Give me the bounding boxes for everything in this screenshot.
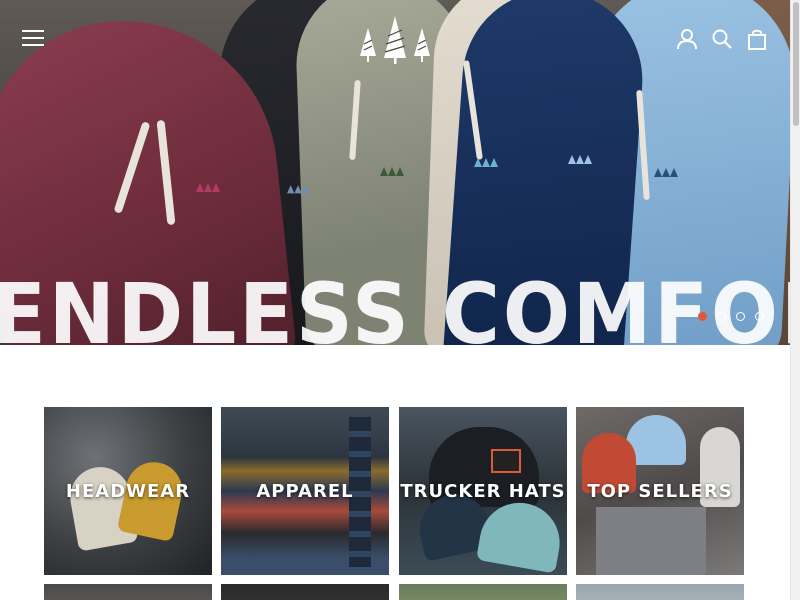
- hamburger-icon: [22, 30, 44, 32]
- category-tile-row2-2[interactable]: [221, 584, 389, 600]
- category-tile-trucker-hats[interactable]: TRUCKER HATS: [399, 407, 567, 575]
- embroidered-logo-icon: [196, 183, 220, 192]
- slide-dot-3[interactable]: [736, 312, 745, 321]
- embroidered-logo-icon: [474, 158, 498, 167]
- embroidered-logo-icon: [568, 155, 592, 164]
- slide-indicators: [698, 312, 764, 321]
- fleece-gray: [596, 507, 706, 575]
- category-label: APPAREL: [256, 481, 354, 502]
- embroidered-logo-icon: [380, 167, 404, 176]
- category-tile-headwear[interactable]: HEADWEAR: [44, 407, 212, 575]
- category-label: TRUCKER HATS: [400, 481, 566, 502]
- slide-dot-2[interactable]: [717, 312, 726, 321]
- hat-patch: [491, 449, 521, 473]
- category-tile-top-sellers[interactable]: TOP SELLERS: [576, 407, 744, 575]
- slide-dot-4[interactable]: [755, 312, 764, 321]
- hat-teal: [476, 496, 566, 574]
- brand-logo-icon[interactable]: [356, 16, 434, 64]
- search-icon[interactable]: [711, 28, 733, 50]
- category-tile-row2-1[interactable]: [44, 584, 212, 600]
- cart-bag-icon[interactable]: [746, 28, 768, 50]
- hero-headline: ENDLESS COMFORT: [0, 265, 790, 345]
- account-user-icon[interactable]: [676, 28, 698, 50]
- category-tile-row2-4[interactable]: [576, 584, 744, 600]
- embroidered-logo-icon: [287, 185, 309, 194]
- category-label: TOP SELLERS: [587, 481, 733, 502]
- category-tile-apparel[interactable]: APPAREL: [221, 407, 389, 575]
- category-label: HEADWEAR: [65, 481, 191, 502]
- hamburger-menu-button[interactable]: [22, 30, 44, 48]
- scrollbar-thumb[interactable]: [793, 2, 799, 126]
- slide-dot-1[interactable]: [698, 312, 707, 321]
- page-scrollbar[interactable]: [790, 0, 800, 600]
- embroidered-logo-icon: [654, 168, 678, 177]
- category-tile-row2-3[interactable]: [399, 584, 567, 600]
